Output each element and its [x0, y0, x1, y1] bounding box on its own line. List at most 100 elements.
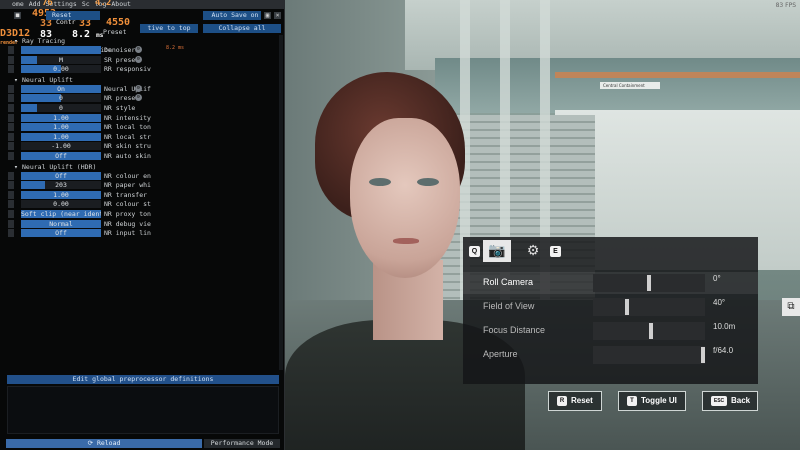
reset-label: Reset	[571, 396, 593, 405]
slider-thumb[interactable]	[647, 275, 651, 291]
setting-value-field[interactable]: M	[21, 55, 101, 64]
menu-about[interactable]: About	[111, 0, 131, 8]
row-handle	[8, 46, 14, 54]
menu-add[interactable]: Add	[29, 0, 41, 8]
slider-thumb[interactable]	[625, 299, 629, 315]
menu-home[interactable]: ome	[12, 0, 24, 8]
debug-checkbox[interactable]: ■	[14, 12, 21, 19]
camera-setting-row[interactable]: Roll Camera 0°	[463, 272, 758, 294]
row-handle	[8, 152, 14, 160]
gear-icon[interactable]: ⚙	[135, 94, 142, 102]
setting-value-field[interactable]: Normal	[21, 219, 101, 228]
overlay-ms: 8.2 ms	[72, 29, 103, 40]
menu-sc[interactable]: Sc	[82, 0, 90, 8]
chevron-down-icon: ▾	[14, 162, 18, 171]
edit-preprocessor-button[interactable]: Edit global preprocessor definitions	[7, 375, 279, 384]
gear-icon[interactable]: ⚙	[135, 46, 142, 53]
setting-label: NR colour st	[104, 200, 151, 209]
performance-mode-button[interactable]: Performance Mode	[204, 439, 280, 448]
character-face	[350, 118, 460, 278]
setting-value-field[interactable]: 1.00	[21, 190, 101, 199]
overlay-fps-b: 4.2	[95, 0, 112, 8]
debug-panel: ome Add Settings Sc log About 76 4.2 4952 33 …	[0, 0, 285, 450]
camera-setting-slider[interactable]	[593, 322, 705, 340]
setting-value-field[interactable]: On	[21, 84, 101, 93]
section-header[interactable]: Ray Tracing	[22, 37, 65, 45]
save-icon[interactable]: ▣	[264, 12, 271, 19]
setting-value-field[interactable]: 1.00	[21, 123, 101, 132]
camera-setting-row[interactable]: Aperture f/64.0	[463, 344, 758, 366]
setting-value-field[interactable]: 0.00	[21, 200, 101, 209]
denoiser-timing: 8.2 ms	[166, 45, 185, 51]
camera-setting-slider[interactable]	[593, 298, 705, 316]
setting-value-field[interactable]: 0	[21, 104, 101, 112]
preprocessor-editor[interactable]	[7, 386, 279, 434]
setting-value: 1.00	[53, 113, 69, 122]
setting-row: M SR preset ⚙	[0, 55, 285, 65]
close-icon[interactable]: ×	[274, 12, 281, 19]
setting-value-field[interactable]: Soft clip (near identity)	[21, 210, 101, 218]
setting-value-field[interactable]: 0.00	[21, 65, 101, 74]
scene-sign: Central Containment	[600, 82, 660, 89]
filter-icon[interactable]: ⚙	[519, 240, 547, 262]
setting-label: NR local str	[104, 132, 151, 141]
setting-value-field[interactable]: Off	[21, 152, 101, 160]
back-label: Back	[731, 396, 751, 405]
setting-label: NR transfer	[104, 190, 148, 199]
reload-icon: ⟳	[87, 439, 97, 447]
reload-button[interactable]: ⟳ Reload	[6, 439, 202, 448]
setting-row: 1.00 NR intensity	[0, 113, 285, 123]
setting-label: NR input lin	[104, 229, 151, 238]
reset-button[interactable]: R Reset	[548, 391, 602, 411]
setting-value: Off	[55, 229, 67, 238]
gear-icon[interactable]: ⚙	[135, 84, 142, 92]
scene-railing	[555, 72, 800, 78]
setting-value-field[interactable]	[21, 46, 101, 54]
setting-value-fill	[21, 46, 101, 54]
camera-setting-row[interactable]: Field of View 40°	[463, 296, 758, 318]
setting-value-field[interactable]: Off	[21, 171, 101, 180]
collapse-all-button[interactable]: Collapse all	[203, 24, 281, 33]
row-handle	[8, 171, 14, 180]
setting-label: NR auto skin	[104, 152, 151, 160]
setting-value: Off	[55, 171, 67, 180]
slider-thumb[interactable]	[649, 323, 653, 339]
setting-value: 203	[55, 181, 67, 190]
chevron-down-icon: ▾	[14, 37, 18, 45]
screenshot-icon[interactable]: ⧉	[782, 298, 800, 316]
slider-thumb[interactable]	[701, 347, 705, 363]
camera-setting-label: Aperture	[483, 349, 518, 359]
toggle-ui-button[interactable]: T Toggle UI	[618, 391, 686, 411]
setting-value: 1.00	[53, 190, 69, 199]
back-button[interactable]: ESC Back	[702, 391, 758, 411]
section-header[interactable]: Neural Uplift (HDR)	[22, 163, 96, 171]
camera-setting-row[interactable]: Focus Distance 10.0m	[463, 320, 758, 342]
gear-icon[interactable]: ⚙	[135, 55, 142, 63]
setting-value-field[interactable]: 1.00	[21, 132, 101, 141]
setting-label: NR local ton	[104, 123, 151, 132]
setting-row: 0.00 NR colour st	[0, 200, 285, 209]
section-header[interactable]: Neural Uplift	[22, 76, 73, 84]
camera-icon[interactable]: 📷	[483, 240, 511, 262]
setting-value-field[interactable]: 203	[21, 181, 101, 190]
debug-scrollbar[interactable]	[279, 35, 283, 370]
setting-value-field[interactable]: Off	[21, 229, 101, 238]
camera-setting-slider[interactable]	[593, 274, 705, 292]
setting-value-field[interactable]: -1.00	[21, 142, 101, 151]
auto-save-toggle[interactable]: Auto Save on	[203, 11, 261, 20]
toggle-ui-label: Toggle UI	[641, 396, 677, 405]
scroll-to-top-button[interactable]: tive to top	[140, 24, 198, 33]
setting-value-fill	[21, 94, 61, 103]
camera-setting-value: 10.0m	[713, 322, 736, 331]
setting-value-field[interactable]: 0	[21, 94, 101, 103]
setting-row: 1.00 NR local ton	[0, 123, 285, 132]
photo-mode-tabs: Q 📷 ⚙ E	[463, 237, 758, 265]
setting-value: Soft clip (near identity)	[21, 210, 101, 218]
row-handle	[8, 142, 14, 151]
setting-value: 1.00	[53, 123, 69, 132]
setting-value: 0.00	[53, 200, 69, 209]
camera-setting-slider[interactable]	[593, 346, 705, 364]
fps-corner-label: 83 FPS	[775, 2, 796, 9]
setting-value: Normal	[49, 219, 73, 228]
setting-value-field[interactable]: 1.00	[21, 113, 101, 122]
